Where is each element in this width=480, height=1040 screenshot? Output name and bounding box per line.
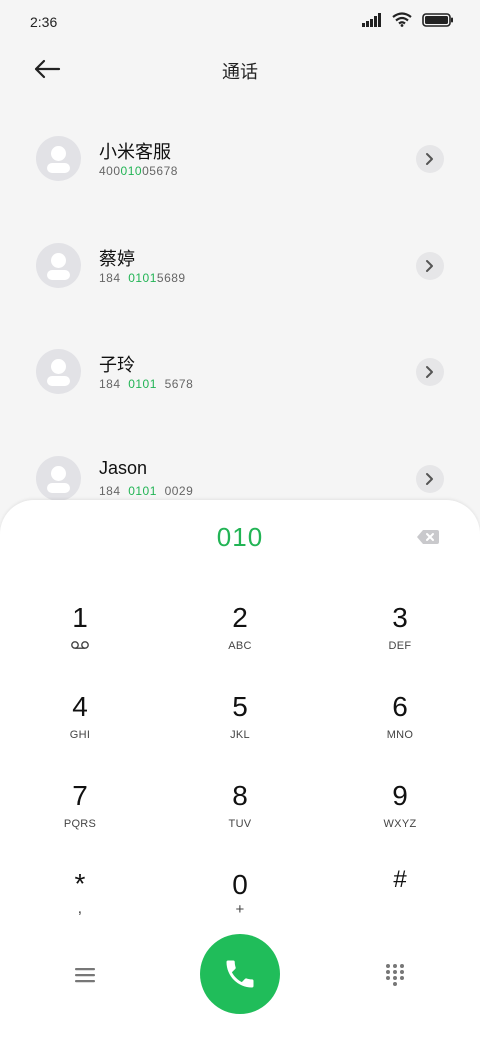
key-digit: 7: [72, 780, 88, 811]
avatar: [36, 349, 81, 394]
keypad-icon: [386, 964, 404, 986]
key-digit: #: [393, 866, 407, 893]
avatar: [36, 456, 81, 501]
number-part: 184: [99, 271, 129, 285]
status-bar: 2:36: [0, 0, 480, 44]
key-7[interactable]: 7 PQRS: [20, 780, 140, 850]
contact-row[interactable]: 子玲 184 0101 5678: [0, 343, 480, 423]
key-letters: PQRS: [63, 818, 97, 830]
number-match: 0101: [128, 484, 157, 498]
page-title: 通话: [222, 62, 258, 82]
avatar: [36, 136, 81, 181]
contact-number: 184 01015689: [99, 271, 186, 285]
chevron-right-icon: [426, 366, 433, 378]
key-digit: 3: [392, 602, 408, 633]
key-letters: DEF: [388, 640, 412, 652]
menu-button[interactable]: [68, 962, 102, 988]
keypad-toggle-button[interactable]: [380, 960, 410, 990]
header: 通话: [0, 44, 480, 94]
key-8[interactable]: 8 TUV: [180, 780, 300, 850]
number-match: 0101: [128, 377, 157, 391]
key-digit: 6: [392, 691, 408, 722]
contact-number: 184 0101 0029: [99, 484, 193, 498]
key-letters: +: [235, 901, 245, 918]
contact-detail-button[interactable]: [416, 252, 444, 280]
key-digit: 2: [232, 602, 248, 633]
key-star[interactable]: * ,: [20, 868, 140, 938]
voicemail-icon: [20, 640, 140, 654]
key-digit: 9: [392, 780, 408, 811]
number-part: 5678: [156, 377, 194, 391]
contact-name: 子玲: [99, 355, 135, 375]
key-letters: ,: [77, 900, 83, 917]
avatar: [36, 243, 81, 288]
number-part: 400: [99, 164, 121, 178]
signal-icon: [362, 12, 382, 32]
status-time: 2:36: [30, 14, 58, 30]
contact-name: 蔡婷: [99, 249, 135, 269]
chevron-right-icon: [426, 153, 433, 165]
number-part: 0029: [156, 484, 194, 498]
contact-name: 小米客服: [99, 142, 171, 162]
key-5[interactable]: 5 JKL: [180, 691, 300, 761]
chevron-right-icon: [426, 260, 433, 272]
key-digit: 4: [72, 691, 88, 722]
contact-detail-button[interactable]: [416, 358, 444, 386]
status-icons: [362, 12, 454, 32]
number-part: 5689: [156, 271, 186, 285]
backspace-button[interactable]: [414, 528, 442, 546]
key-digit: 8: [232, 780, 248, 811]
contact-row[interactable]: 蔡婷 184 01015689: [0, 237, 480, 317]
phone-icon: [226, 960, 254, 988]
contact-name: Jason: [99, 458, 148, 478]
key-letters: JKL: [230, 729, 250, 741]
key-letters: TUV: [228, 818, 252, 830]
menu-icon: [75, 968, 95, 983]
chevron-right-icon: [426, 473, 433, 485]
number-match: 0101: [128, 271, 157, 285]
contact-number: 40001005678: [99, 164, 178, 178]
key-4[interactable]: 4 GHI: [20, 691, 140, 761]
screen: 2:36 通话 小米客服 40001005678 蔡婷 184 01015689…: [0, 0, 480, 1040]
contact-row[interactable]: 小米客服 40001005678: [0, 130, 480, 210]
key-letters: ABC: [228, 640, 252, 652]
key-9[interactable]: 9 WXYZ: [340, 780, 460, 850]
number-part: 05678: [142, 164, 178, 178]
number-part: 184: [99, 484, 129, 498]
key-digit: 5: [232, 691, 248, 722]
dialed-number: 010: [216, 522, 264, 552]
key-1[interactable]: 1: [20, 602, 140, 672]
number-match: 010: [120, 164, 143, 178]
key-digit: 0: [232, 869, 248, 900]
battery-icon: [422, 12, 454, 32]
number-part: 184: [99, 377, 129, 391]
key-2[interactable]: 2 ABC: [180, 602, 300, 672]
contact-detail-button[interactable]: [416, 465, 444, 493]
key-digit: *: [74, 868, 86, 899]
key-digit: 1: [72, 602, 88, 633]
backspace-icon: [417, 530, 439, 544]
dialer-actions: [0, 934, 480, 1016]
key-letters: WXYZ: [383, 818, 417, 830]
key-hash[interactable]: #: [340, 864, 460, 934]
key-6[interactable]: 6 MNO: [340, 691, 460, 761]
wifi-icon: [392, 12, 412, 32]
contact-number: 184 0101 5678: [99, 377, 193, 391]
dialer-panel: 010 1 2 ABC 3 DEF 4 GHI 5 JKL 6 MNO 7 PQ…: [0, 500, 480, 1040]
contact-detail-button[interactable]: [416, 145, 444, 173]
key-0[interactable]: 0 +: [180, 869, 300, 939]
call-button[interactable]: [200, 934, 280, 1014]
key-letters: GHI: [69, 729, 91, 741]
key-3[interactable]: 3 DEF: [340, 602, 460, 672]
key-letters: MNO: [386, 729, 414, 741]
key-letters: [340, 902, 460, 916]
